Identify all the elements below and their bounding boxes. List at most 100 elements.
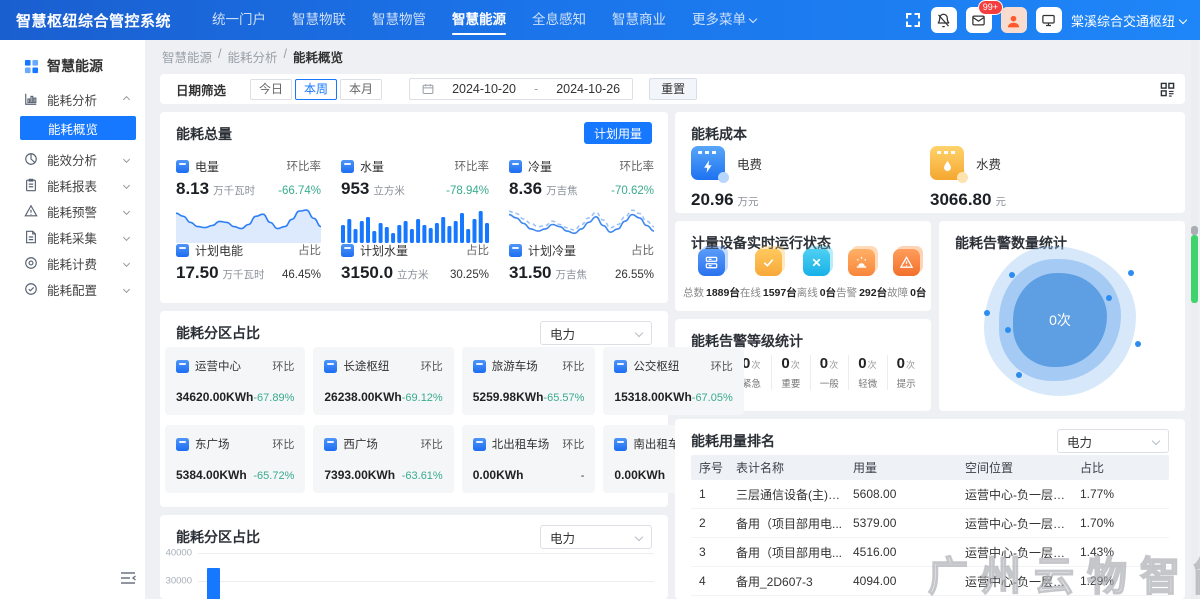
breadcrumb: 智慧能源/ 能耗分析/ 能耗概览 <box>162 47 343 66</box>
zone-card-east-square: 东广场环比 5384.00KWh-65.72% <box>165 425 305 493</box>
chevron-down-icon <box>635 329 643 337</box>
sidebar-item-energy-billing[interactable]: 能耗计费 <box>0 250 145 276</box>
energy-type-select[interactable]: 电力 <box>1057 429 1169 453</box>
sidebar-title: 智慧能源 <box>47 56 103 76</box>
chevron-down-icon <box>1152 437 1160 445</box>
electricity-sparkline <box>176 205 321 243</box>
org-selector[interactable]: 棠溪综合交通枢纽 <box>1071 11 1186 30</box>
cooling-meter-icon <box>509 244 522 257</box>
fullscreen-icon[interactable] <box>904 11 922 29</box>
device-status-panel: 计量设备实时运行状态 总数1889台 在线1597台 离线0台 告警292台 故… <box>675 221 931 311</box>
electricity-fee-icon <box>691 146 725 180</box>
table-row: 2 备用（项目部用电... 5379.00 运营中心-负一层夹层 1.70% <box>691 509 1169 538</box>
workbench-button[interactable] <box>1036 7 1062 33</box>
grid-logo-icon <box>24 59 39 74</box>
start-date: 2024-10-20 <box>452 82 516 96</box>
avatar[interactable] <box>1001 7 1027 33</box>
zone-card-bus-hub: 公交枢纽环比 15318.00KWh-67.05% <box>603 347 743 415</box>
electric-meter-icon <box>324 438 337 451</box>
layout-grid-icon[interactable] <box>1160 82 1175 97</box>
sidebar-item-energy-report[interactable]: 能耗报表 <box>0 172 145 198</box>
scrollbar-cap <box>1191 226 1198 235</box>
nav-holo-sense[interactable]: 全息感知 <box>519 0 599 40</box>
water-fee-icon <box>930 146 964 180</box>
sidebar-item-energy-collection[interactable]: 能耗采集 <box>0 224 145 250</box>
chevron-down-icon <box>123 155 130 162</box>
date-range-picker[interactable]: 2024-10-20 - 2024-10-26 <box>409 78 633 100</box>
zone-ratio-panel: 能耗分区占比 电力 运营中心环比 34620.00KWh-67.89% 长途枢纽… <box>160 311 668 507</box>
nav-smart-property[interactable]: 智慧物管 <box>359 0 439 40</box>
chevron-up-icon <box>123 95 130 102</box>
usage-ranking-panel: 能耗用量排名 电力 序号 表计名称 用量 空间位置 占比 1 三层通信设备(主)… <box>675 419 1185 599</box>
scrollbar-track[interactable] <box>1191 40 1198 599</box>
level-hint: 0次 提示 <box>887 355 925 390</box>
device-alarm: 告警292台 <box>836 249 887 300</box>
water-meter-icon <box>341 244 354 257</box>
top-nav: 统一门户 智慧物联 智慧物管 智慧能源 全息感知 智慧商业 更多菜单 <box>199 0 769 40</box>
today-button[interactable]: 今日 <box>250 79 292 100</box>
table-row: 1 三层通信设备(主)_1... 5608.00 运营中心-负一层夹层 1.77… <box>691 480 1169 509</box>
table-header: 序号 表计名称 用量 空间位置 占比 <box>691 455 1169 480</box>
breadcrumb-current: 能耗概览 <box>293 47 343 66</box>
messages-button[interactable]: 99+ <box>966 7 992 33</box>
reset-button[interactable]: 重置 <box>649 78 697 100</box>
level-general: 0次 一般 <box>810 355 848 390</box>
breadcrumb-level1[interactable]: 智慧能源 <box>162 47 212 66</box>
person-icon <box>1006 13 1021 28</box>
droplet-icon <box>940 159 955 174</box>
energy-type-select[interactable]: 电力 <box>540 321 652 345</box>
topbar-actions: 99+ 棠溪综合交通枢纽 <box>904 7 1186 33</box>
nav-smart-iot[interactable]: 智慧物联 <box>279 0 359 40</box>
breadcrumb-level2[interactable]: 能耗分析 <box>228 47 278 66</box>
sidebar-item-energy-config[interactable]: 能耗配置 <box>0 276 145 302</box>
sidebar-collapse-icon[interactable] <box>120 571 136 585</box>
sidebar-item-efficiency-analysis[interactable]: 能效分析 <box>0 146 145 172</box>
zone-card-operations-center: 运营中心环比 34620.00KWh-67.89% <box>165 347 305 415</box>
metrics-row: 电量环比率 8.13万千瓦时-66.74% 水量环比率 953立方米-78.94… <box>176 158 654 243</box>
zone-bar-chart-panel: 能耗分区占比 电力 4000030000 <box>160 515 668 599</box>
sidebar: 智慧能源 能耗分析 能耗概览 能效分析 能耗报表 能耗预警 能耗采集 能耗计费 … <box>0 40 145 599</box>
chevron-down-icon <box>123 181 130 188</box>
warning-triangle-icon <box>893 249 920 276</box>
energy-cost-panel: 能耗成本 电费 20.96万元 水费 3066.80元 <box>675 112 1185 213</box>
sidebar-item-energy-overview[interactable]: 能耗概览 <box>20 116 136 140</box>
gauge-check-icon <box>24 282 38 296</box>
water-sparkline <box>341 205 489 243</box>
pie-chart-icon <box>24 152 38 166</box>
nav-unified-portal[interactable]: 统一门户 <box>199 0 279 40</box>
chevron-down-icon <box>749 15 757 23</box>
this-month-button[interactable]: 本月 <box>340 79 382 100</box>
scrollbar-thumb[interactable] <box>1191 235 1198 303</box>
lightning-icon <box>701 159 716 174</box>
cost-water: 水费 3066.80元 <box>930 146 1169 210</box>
sidebar-item-energy-warning[interactable]: 能耗预警 <box>0 198 145 224</box>
plan-cooling: 计划冷量占比 31.50万吉焦26.55% <box>509 242 654 283</box>
plans-row: 计划电能占比 17.50万千瓦时46.45% 计划水量占比 3150.0立方米3… <box>176 242 654 283</box>
device-fault: 故障0台 <box>887 249 926 300</box>
bar-chart-icon <box>24 92 38 106</box>
alarm-count-panel: 能耗告警数量统计 0次 <box>939 221 1185 411</box>
chevron-down-icon <box>1179 16 1187 24</box>
clipboard-icon <box>24 178 38 192</box>
electric-meter-icon <box>614 360 627 373</box>
nav-more-menu[interactable]: 更多菜单 <box>679 0 769 40</box>
unread-badge: 99+ <box>978 0 1003 15</box>
electric-meter-icon <box>473 438 486 451</box>
panel-title: 能耗分区占比 <box>176 323 260 343</box>
notification-mute-button[interactable] <box>931 7 957 33</box>
electric-meter-icon <box>176 438 189 451</box>
planned-usage-button[interactable]: 计划用量 <box>584 122 652 144</box>
plan-water: 计划水量占比 3150.0立方米30.25% <box>341 242 489 283</box>
monitor-icon <box>1041 13 1056 28</box>
device-total: 总数1889台 <box>683 249 740 300</box>
electric-meter-icon <box>176 160 189 173</box>
date-filter-bar: 日期筛选 今日 本周 本月 2024-10-20 - 2024-10-26 重置 <box>160 74 1185 104</box>
nav-smart-energy[interactable]: 智慧能源 <box>439 0 519 40</box>
zone-card-tourist-lot: 旅游车场环比 5259.98KWh-65.57% <box>462 347 596 415</box>
metric-cooling: 冷量环比率 8.36万吉焦-70.62% <box>509 158 654 243</box>
nav-smart-business[interactable]: 智慧商业 <box>599 0 679 40</box>
check-icon <box>755 249 782 276</box>
this-week-button[interactable]: 本周 <box>295 79 337 100</box>
sidebar-item-energy-analysis[interactable]: 能耗分析 <box>0 86 145 112</box>
bar-chart: 4000030000 <box>160 515 668 599</box>
